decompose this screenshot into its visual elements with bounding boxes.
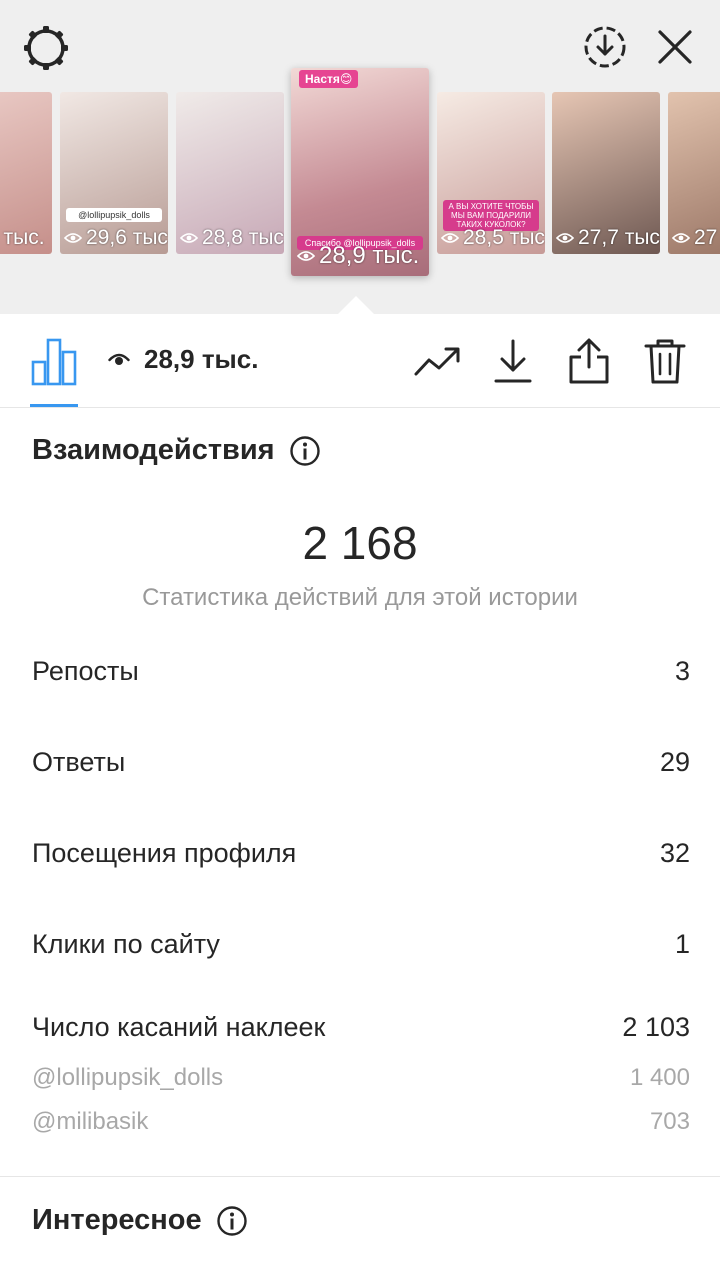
delete-button[interactable] bbox=[640, 336, 690, 386]
story-views: 4 тыс. bbox=[0, 226, 45, 249]
section-title-text: Взаимодействия bbox=[32, 434, 275, 466]
story-views: 28,9 тыс. bbox=[297, 242, 419, 270]
info-icon[interactable] bbox=[289, 435, 321, 467]
download-icon bbox=[494, 339, 532, 383]
sticker-label[interactable]: @milibasik bbox=[32, 1108, 148, 1136]
eye-icon bbox=[297, 251, 315, 261]
share-icon bbox=[569, 338, 609, 384]
tab-insights[interactable] bbox=[30, 336, 78, 386]
section-title-text: Интересное bbox=[32, 1204, 202, 1236]
stat-label: Репосты bbox=[32, 656, 139, 686]
story-thumbnail[interactable]: А ВЫ ХОТИТЕ ЧТОБЫ МЫ ВАМ ПОДАРИЛИ ТАКИХ … bbox=[437, 92, 545, 254]
story-views: 27 bbox=[672, 226, 717, 250]
eye-icon bbox=[180, 233, 198, 243]
bar-chart-icon bbox=[31, 338, 77, 386]
stat-row-replies: Ответы 29 bbox=[32, 747, 690, 778]
story-toolbar: 28,9 тыс. bbox=[0, 314, 720, 408]
discovery-section-title: Интересное bbox=[32, 1204, 248, 1237]
stat-value: 32 bbox=[659, 838, 690, 868]
story-views: 29,6 тыс. bbox=[64, 226, 168, 250]
story-views: 28,8 тыс. bbox=[180, 226, 284, 250]
stat-value: 1 bbox=[674, 929, 690, 959]
sticker-value: 703 bbox=[649, 1108, 690, 1135]
story-views: 27,7 тыс. bbox=[556, 226, 660, 250]
story-thumbnail[interactable]: 27 bbox=[668, 92, 720, 254]
stat-row-website-clicks: Клики по сайту 1 bbox=[32, 929, 690, 960]
eye-icon bbox=[672, 233, 690, 243]
story-caption: @lollipupsik_dolls bbox=[66, 208, 162, 222]
stories-header: 4 тыс. @lollipupsik_dolls 29,6 тыс. 28,8… bbox=[0, 0, 720, 314]
section-divider bbox=[0, 1176, 720, 1177]
story-thumbnail[interactable]: @lollipupsik_dolls 29,6 тыс. bbox=[60, 92, 168, 254]
sticker-row[interactable]: @milibasik 703 bbox=[32, 1108, 690, 1136]
story-thumbnail[interactable]: 4 тыс. bbox=[0, 92, 52, 254]
promote-button[interactable] bbox=[412, 336, 462, 386]
stat-row-sticker-taps: Число касаний наклеек 2 103 bbox=[32, 1012, 690, 1043]
interactions-section-title: Взаимодействия bbox=[32, 434, 321, 467]
eye-icon bbox=[108, 353, 130, 365]
active-tab-indicator bbox=[30, 404, 78, 407]
interactions-subtitle: Статистика действий для этой истории bbox=[142, 584, 578, 611]
download-circle-icon bbox=[584, 26, 626, 68]
settings-button[interactable] bbox=[20, 22, 72, 74]
views-value: 28,9 тыс. bbox=[144, 344, 259, 374]
views-count: 28,9 тыс. bbox=[108, 344, 258, 375]
interactions-total: 2 168 bbox=[302, 517, 418, 569]
eye-icon bbox=[64, 233, 82, 243]
eye-icon bbox=[441, 233, 459, 243]
trend-up-icon bbox=[414, 347, 460, 376]
story-thumbnail[interactable]: 28,8 тыс. bbox=[176, 92, 284, 254]
sticker-row[interactable]: @lollipupsik_dolls 1 400 bbox=[32, 1064, 690, 1092]
selected-story-pointer bbox=[336, 296, 376, 316]
story-thumbnail-selected[interactable]: Настя😊 Спасибо @lollipupsik_dolls 28,9 т… bbox=[291, 68, 429, 276]
share-button[interactable] bbox=[564, 336, 614, 386]
sticker-label[interactable]: @lollipupsik_dolls bbox=[32, 1064, 223, 1092]
stat-value: 2 103 bbox=[622, 1012, 690, 1042]
stat-label: Число касаний наклеек bbox=[32, 1012, 326, 1042]
settings-gear-icon bbox=[24, 26, 68, 70]
story-badge: Настя😊 bbox=[299, 70, 359, 88]
stat-label: Клики по сайту bbox=[32, 929, 220, 959]
stat-row-reposts: Репосты 3 bbox=[32, 656, 690, 687]
info-icon[interactable] bbox=[216, 1205, 248, 1237]
stat-value: 3 bbox=[674, 656, 690, 686]
stat-value: 29 bbox=[659, 747, 690, 777]
stat-row-profile-visits: Посещения профиля 32 bbox=[32, 838, 690, 869]
story-thumbnails-strip[interactable]: 4 тыс. @lollipupsik_dolls 29,6 тыс. 28,8… bbox=[0, 68, 720, 284]
eye-icon bbox=[556, 233, 574, 243]
story-views: 28,5 тыс. bbox=[441, 226, 545, 250]
stat-label: Посещения профиля bbox=[32, 838, 297, 868]
download-story-button[interactable] bbox=[580, 22, 630, 72]
close-button[interactable] bbox=[652, 22, 698, 72]
sticker-value: 1 400 bbox=[629, 1064, 690, 1091]
stat-label: Ответы bbox=[32, 747, 126, 777]
close-icon bbox=[658, 30, 692, 64]
story-thumbnail[interactable]: 27,7 тыс. bbox=[552, 92, 660, 254]
save-button[interactable] bbox=[488, 336, 538, 386]
trash-icon bbox=[644, 339, 686, 384]
